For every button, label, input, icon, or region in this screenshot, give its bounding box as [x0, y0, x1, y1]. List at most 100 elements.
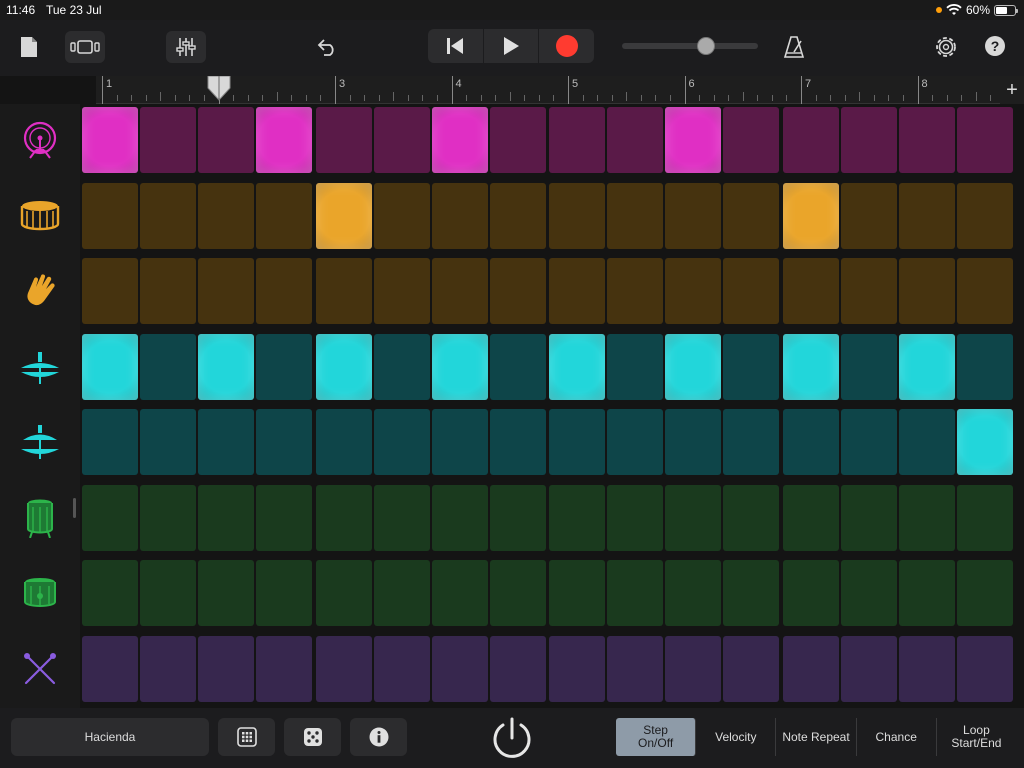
step-pad-off[interactable]: [607, 258, 663, 324]
step-pad-off[interactable]: [840, 636, 897, 702]
step-pad-off[interactable]: [82, 560, 138, 626]
step-pad-off[interactable]: [373, 183, 430, 249]
step-pad-off[interactable]: [489, 409, 546, 475]
step-pad-on[interactable]: [898, 334, 955, 400]
step-pad-off[interactable]: [315, 560, 372, 626]
step-pad-off[interactable]: [198, 183, 254, 249]
volume-slider[interactable]: [622, 37, 758, 55]
step-pad-off[interactable]: [782, 409, 839, 475]
mode-step-on-off[interactable]: Step On/Off: [616, 718, 697, 756]
step-pad-off[interactable]: [489, 485, 546, 551]
play-icon[interactable]: [484, 29, 540, 63]
step-pad-off[interactable]: [431, 560, 488, 626]
step-pad-on[interactable]: [665, 334, 721, 400]
step-pad-off[interactable]: [373, 334, 430, 400]
mode-loop-start-end[interactable]: Loop Start/End: [936, 718, 1017, 756]
step-pad-off[interactable]: [373, 636, 430, 702]
step-pad-off[interactable]: [549, 485, 605, 551]
help-icon[interactable]: ?: [982, 33, 1008, 59]
step-pad-off[interactable]: [898, 636, 955, 702]
step-pad-off[interactable]: [256, 560, 312, 626]
randomize-button[interactable]: [284, 718, 341, 756]
step-pad-off[interactable]: [256, 183, 312, 249]
step-pad-off[interactable]: [256, 636, 312, 702]
step-pad-off[interactable]: [840, 560, 897, 626]
step-pad-off[interactable]: [549, 560, 605, 626]
step-pad-off[interactable]: [782, 636, 839, 702]
step-pad-off[interactable]: [256, 485, 312, 551]
step-pad-off[interactable]: [549, 258, 605, 324]
step-pad-off[interactable]: [489, 560, 546, 626]
step-pad-off[interactable]: [198, 107, 254, 173]
mode-chance[interactable]: Chance: [856, 718, 937, 756]
step-pad-off[interactable]: [723, 485, 779, 551]
step-pad-on[interactable]: [82, 107, 138, 173]
step-pad-on[interactable]: [256, 107, 312, 173]
step-pad-off[interactable]: [898, 560, 955, 626]
step-pad-off[interactable]: [140, 560, 196, 626]
step-pad-off[interactable]: [607, 334, 663, 400]
mode-velocity[interactable]: Velocity: [696, 718, 777, 756]
step-pad-off[interactable]: [140, 183, 196, 249]
step-pad-off[interactable]: [256, 334, 312, 400]
go-to-start-icon[interactable]: [428, 29, 484, 63]
step-pad-off[interactable]: [665, 560, 721, 626]
info-button[interactable]: [350, 718, 407, 756]
view-toggle-icon[interactable]: [65, 31, 105, 63]
step-pad-off[interactable]: [782, 258, 839, 324]
step-pad-off[interactable]: [489, 107, 546, 173]
step-pad-off[interactable]: [898, 258, 955, 324]
step-pad-off[interactable]: [489, 334, 546, 400]
step-pad-off[interactable]: [256, 258, 312, 324]
step-pad-off[interactable]: [665, 485, 721, 551]
step-pad-off[interactable]: [607, 107, 663, 173]
step-pad-off[interactable]: [198, 409, 254, 475]
playhead-marker[interactable]: [207, 76, 231, 102]
step-pad-off[interactable]: [549, 636, 605, 702]
mode-note-repeat[interactable]: Note Repeat: [776, 718, 857, 756]
step-pad-off[interactable]: [665, 258, 721, 324]
step-pad-off[interactable]: [373, 560, 430, 626]
step-pad-off[interactable]: [315, 485, 372, 551]
step-pad-on[interactable]: [431, 334, 488, 400]
step-pad-on[interactable]: [549, 334, 605, 400]
closed-hihat-icon[interactable]: [0, 334, 80, 400]
drumsticks-icon[interactable]: [0, 636, 80, 702]
step-pad-on[interactable]: [956, 409, 1013, 475]
step-pad-off[interactable]: [840, 485, 897, 551]
step-pad-off[interactable]: [140, 334, 196, 400]
step-pad-off[interactable]: [82, 258, 138, 324]
step-pad-off[interactable]: [956, 560, 1013, 626]
settings-icon[interactable]: [932, 32, 960, 62]
step-pad-on[interactable]: [431, 107, 488, 173]
step-pad-off[interactable]: [723, 409, 779, 475]
undo-icon[interactable]: [312, 32, 342, 62]
step-pad-off[interactable]: [723, 107, 779, 173]
step-pad-off[interactable]: [140, 636, 196, 702]
step-pad-off[interactable]: [315, 258, 372, 324]
step-pad-on[interactable]: [82, 334, 138, 400]
open-hihat-icon[interactable]: [0, 409, 80, 475]
step-pad-off[interactable]: [956, 636, 1013, 702]
hand-clap-icon[interactable]: [0, 258, 80, 324]
step-pad-off[interactable]: [723, 183, 779, 249]
add-section-button[interactable]: +: [1000, 76, 1024, 104]
volume-slider-knob[interactable]: [697, 37, 716, 55]
step-pad-off[interactable]: [82, 636, 138, 702]
timeline-ruler[interactable]: 12345678: [96, 76, 1021, 104]
step-pad-off[interactable]: [549, 409, 605, 475]
step-pad-off[interactable]: [840, 334, 897, 400]
step-pad-off[interactable]: [607, 409, 663, 475]
document-icon[interactable]: [16, 32, 42, 62]
step-pad-off[interactable]: [723, 258, 779, 324]
step-pad-off[interactable]: [723, 334, 779, 400]
step-pad-off[interactable]: [898, 107, 955, 173]
step-pad-on[interactable]: [198, 334, 254, 400]
step-pad-off[interactable]: [140, 485, 196, 551]
step-pad-on[interactable]: [315, 334, 372, 400]
step-pad-off[interactable]: [198, 258, 254, 324]
step-pad-off[interactable]: [782, 560, 839, 626]
step-pad-off[interactable]: [607, 485, 663, 551]
step-pad-off[interactable]: [840, 183, 897, 249]
step-pad-off[interactable]: [956, 183, 1013, 249]
